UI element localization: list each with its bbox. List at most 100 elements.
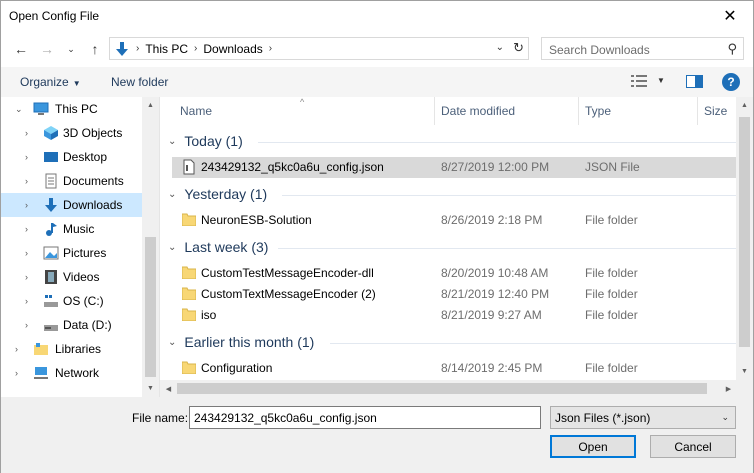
forward-button[interactable]: → bbox=[37, 39, 57, 59]
breadcrumb-downloads[interactable]: Downloads bbox=[203, 42, 262, 56]
group-header-last-week[interactable]: ⌄ Last week (3) bbox=[168, 235, 268, 259]
chevron-right-icon: › bbox=[136, 43, 140, 54]
open-file-dialog: Open Config File ✕ ← → ⌄ ↑ › This PC › D… bbox=[0, 0, 754, 473]
folder-icon bbox=[182, 287, 196, 300]
group-header-today[interactable]: ⌄ Today (1) bbox=[168, 129, 243, 153]
scrollbar-thumb[interactable] bbox=[145, 237, 156, 377]
arrow-up-icon: ↑ bbox=[91, 41, 99, 57]
file-list-vertical-scrollbar[interactable]: ▲ ▼ bbox=[736, 97, 753, 380]
3d-objects-icon bbox=[44, 126, 58, 140]
chevron-down-icon: ⌄ bbox=[67, 43, 75, 54]
refresh-icon[interactable]: ↻ bbox=[513, 40, 524, 56]
tree-item-pictures[interactable]: › Pictures bbox=[1, 241, 142, 265]
scroll-down-icon[interactable]: ▼ bbox=[142, 380, 159, 397]
command-toolbar: Organize ▼ New folder ▼ ? bbox=[1, 67, 753, 97]
chevron-down-icon: ⌄ bbox=[721, 412, 729, 422]
navigation-pane: ⌄ This PC › 3D Objects › Desktop › Docum… bbox=[1, 97, 159, 397]
file-list-horizontal-scrollbar[interactable]: ◀ ▶ bbox=[160, 380, 753, 397]
group-header-earlier-this-month[interactable]: ⌄ Earlier this month (1) bbox=[168, 330, 314, 354]
scroll-up-icon[interactable]: ▲ bbox=[142, 97, 159, 114]
chevron-right-icon[interactable]: › bbox=[25, 128, 28, 138]
organize-label: Organize bbox=[20, 75, 69, 89]
tree-item-network[interactable]: › Network bbox=[1, 361, 142, 385]
tree-item-data-d[interactable]: › Data (D:) bbox=[1, 313, 142, 337]
file-row[interactable]: CustomTextMessageEncoder (2) 8/21/2019 1… bbox=[172, 284, 737, 305]
tree-item-music[interactable]: › Music bbox=[1, 217, 142, 241]
drive-c-icon bbox=[44, 295, 58, 307]
scroll-up-icon[interactable]: ▲ bbox=[736, 97, 753, 114]
network-icon bbox=[34, 367, 48, 379]
chevron-down-icon: ⌄ bbox=[168, 241, 177, 253]
column-header-size[interactable]: Size bbox=[698, 97, 738, 125]
chevron-right-icon[interactable]: › bbox=[25, 272, 28, 282]
file-name-label: File name: bbox=[132, 411, 189, 425]
scroll-down-icon[interactable]: ▼ bbox=[736, 363, 753, 380]
column-header-date[interactable]: Date modified bbox=[435, 97, 579, 125]
open-button[interactable]: Open bbox=[550, 435, 636, 458]
chevron-right-icon[interactable]: › bbox=[25, 200, 28, 210]
chevron-right-icon[interactable]: › bbox=[25, 320, 28, 330]
pc-icon bbox=[33, 102, 49, 115]
chevron-right-icon[interactable]: › bbox=[25, 296, 28, 306]
file-type-filter[interactable]: Json Files (*.json) ⌄ bbox=[550, 406, 736, 429]
caret-down-icon[interactable]: ▼ bbox=[657, 76, 665, 85]
file-name: iso bbox=[201, 308, 217, 322]
folder-icon bbox=[182, 213, 196, 226]
search-input[interactable]: Search Downloads ⚲ bbox=[541, 37, 744, 60]
tree-item-3d-objects[interactable]: › 3D Objects bbox=[1, 121, 142, 145]
column-label: Name bbox=[180, 104, 213, 118]
organize-button[interactable]: Organize ▼ bbox=[20, 75, 81, 89]
file-date: 8/27/2019 12:00 PM bbox=[441, 160, 550, 174]
search-placeholder: Search Downloads bbox=[549, 43, 650, 57]
file-row[interactable]: CustomTestMessageEncoder-dll 8/20/2019 1… bbox=[172, 263, 737, 284]
address-bar[interactable]: › This PC › Downloads › ⌄ ↻ bbox=[109, 37, 529, 60]
chevron-right-icon[interactable]: › bbox=[25, 176, 28, 186]
chevron-right-icon[interactable]: › bbox=[15, 344, 18, 354]
tree-label: Pictures bbox=[63, 246, 107, 260]
tree-item-downloads[interactable]: › Downloads bbox=[1, 193, 142, 217]
chevron-right-icon[interactable]: › bbox=[25, 224, 28, 234]
tree-item-os-c[interactable]: › OS (C:) bbox=[1, 289, 142, 313]
group-header-yesterday[interactable]: ⌄ Yesterday (1) bbox=[168, 182, 267, 206]
libraries-icon bbox=[34, 343, 48, 355]
file-name: CustomTestMessageEncoder-dll bbox=[201, 266, 374, 280]
file-type: File folder bbox=[585, 361, 638, 375]
new-folder-button[interactable]: New folder bbox=[111, 75, 168, 89]
tree-item-desktop[interactable]: › Desktop bbox=[1, 145, 142, 169]
tree-item-documents[interactable]: › Documents bbox=[1, 169, 142, 193]
scroll-left-icon[interactable]: ◀ bbox=[160, 380, 177, 397]
chevron-right-icon[interactable]: › bbox=[15, 368, 18, 378]
up-button[interactable]: ↑ bbox=[85, 39, 105, 59]
column-header-name[interactable]: Name ^ bbox=[160, 97, 435, 125]
view-options-icon[interactable] bbox=[631, 74, 647, 88]
group-title: Today (1) bbox=[184, 133, 243, 149]
tree-item-this-pc[interactable]: ⌄ This PC bbox=[1, 97, 142, 121]
preview-pane-icon[interactable] bbox=[686, 75, 703, 88]
back-button[interactable]: ← bbox=[11, 39, 31, 59]
scrollbar-thumb[interactable] bbox=[739, 117, 750, 347]
tree-label: 3D Objects bbox=[63, 126, 123, 140]
column-header-type[interactable]: Type bbox=[579, 97, 698, 125]
help-icon[interactable]: ? bbox=[722, 73, 740, 91]
cancel-button[interactable]: Cancel bbox=[650, 435, 736, 458]
chevron-down-icon[interactable]: ⌄ bbox=[15, 104, 23, 115]
window-title: Open Config File bbox=[9, 9, 100, 23]
tree-item-videos[interactable]: › Videos bbox=[1, 265, 142, 289]
file-date: 8/21/2019 9:27 AM bbox=[441, 308, 542, 322]
breadcrumb-this-pc[interactable]: This PC bbox=[145, 42, 188, 56]
close-button[interactable]: ✕ bbox=[707, 1, 753, 31]
address-dropdown-icon[interactable]: ⌄ bbox=[496, 42, 504, 53]
file-row[interactable]: NeuronESB-Solution 8/26/2019 2:18 PM Fil… bbox=[172, 210, 737, 231]
file-row[interactable]: iso 8/21/2019 9:27 AM File folder bbox=[172, 305, 737, 326]
scrollbar-thumb[interactable] bbox=[177, 383, 707, 394]
file-type: File folder bbox=[585, 308, 638, 322]
recent-locations-button[interactable]: ⌄ bbox=[61, 39, 81, 59]
chevron-right-icon[interactable]: › bbox=[25, 248, 28, 258]
file-name-input[interactable] bbox=[189, 406, 541, 429]
chevron-right-icon[interactable]: › bbox=[25, 152, 28, 162]
nav-pane-scrollbar[interactable]: ▲ ▼ bbox=[142, 97, 159, 397]
file-row[interactable]: Configuration 8/14/2019 2:45 PM File fol… bbox=[172, 358, 737, 379]
tree-item-libraries[interactable]: › Libraries bbox=[1, 337, 142, 361]
scroll-right-icon[interactable]: ▶ bbox=[720, 380, 737, 397]
file-row[interactable]: 243429132_q5kc0a6u_config.json 8/27/2019… bbox=[172, 157, 737, 178]
